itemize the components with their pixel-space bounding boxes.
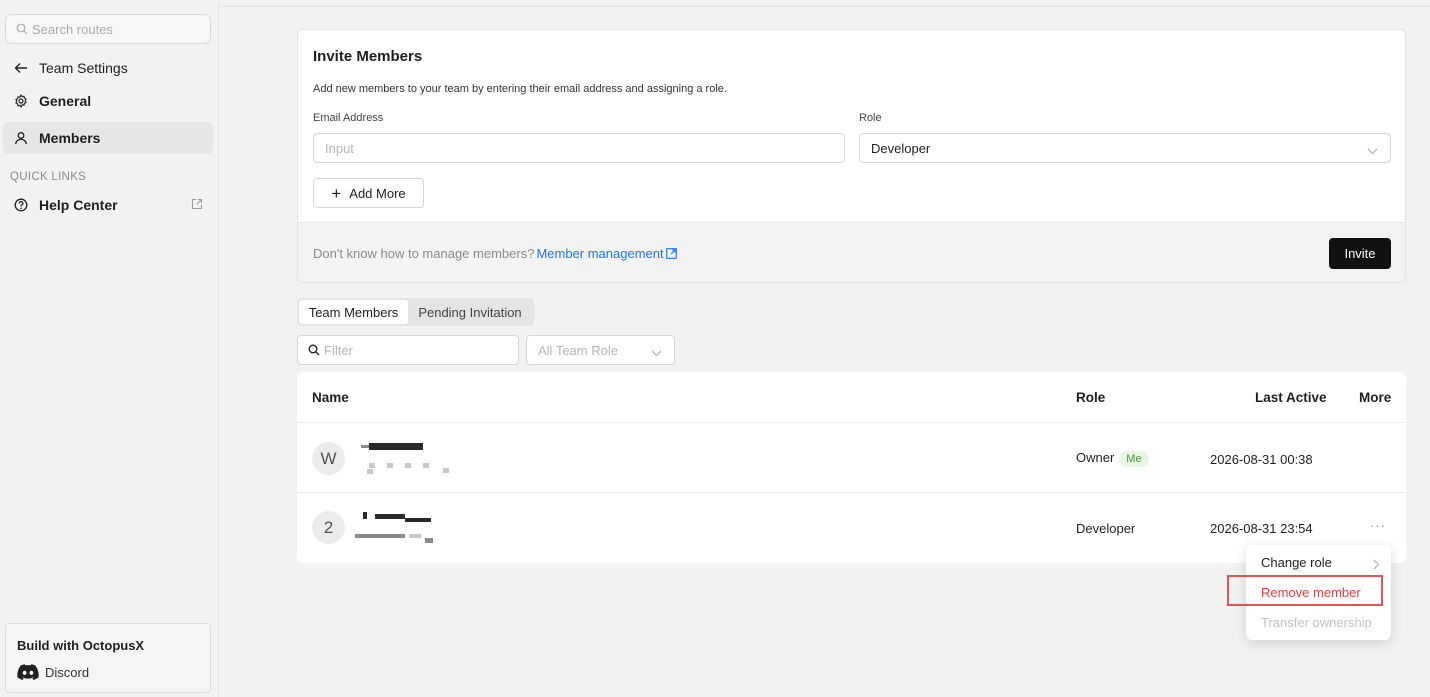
quick-links-heading: QUICK LINKS (10, 171, 87, 183)
sidebar-item-label: Members (39, 130, 101, 146)
search-placeholder: Search routes (32, 21, 113, 37)
search-routes-input[interactable]: Search routes (5, 14, 211, 44)
manage-help-text: Don't know how to manage members? Member … (313, 246, 677, 261)
email-label: Email Address (313, 112, 384, 124)
invite-description: Add new members to your team by entering… (313, 83, 727, 95)
member-tabs: Team Members Pending Invitation (297, 298, 534, 326)
role-label: Role (859, 112, 882, 124)
chevron-right-icon (1373, 558, 1380, 573)
member-role: Owner Me (1076, 450, 1149, 467)
add-more-button[interactable]: + Add More (313, 178, 424, 208)
discord-icon (17, 664, 39, 680)
filter-input[interactable]: Filter (297, 335, 519, 365)
invite-title: Invite Members (313, 48, 423, 65)
menu-item-transfer-ownership[interactable]: Transfer ownership (1261, 615, 1372, 630)
back-to-team-settings[interactable]: Team Settings (3, 52, 213, 84)
back-label: Team Settings (39, 60, 128, 76)
sidebar: Search routes Team Settings General Memb… (0, 0, 219, 697)
column-header-role: Role (1076, 390, 1106, 405)
member-management-label: Member management (536, 246, 664, 261)
avatar: W (312, 442, 345, 475)
sidebar-item-help-center[interactable]: Help Center (3, 189, 213, 221)
chevron-down-icon (1367, 143, 1378, 158)
invite-button[interactable]: Invite (1329, 238, 1391, 269)
discord-label: Discord (45, 664, 90, 680)
tab-pending-invitation[interactable]: Pending Invitation (408, 300, 532, 324)
build-title: Build with OctopusX (17, 638, 145, 653)
tab-team-members[interactable]: Team Members (299, 300, 408, 324)
search-icon (16, 23, 28, 35)
invite-footer: Don't know how to manage members? Member … (298, 222, 1405, 282)
menu-item-change-role[interactable]: Change role (1261, 555, 1332, 570)
column-header-name: Name (312, 390, 349, 405)
avatar: 2 (312, 511, 345, 544)
chevron-down-icon (651, 345, 662, 360)
role-select-value: Developer (871, 140, 931, 156)
add-more-label: Add More (349, 185, 406, 201)
team-role-filter[interactable]: All Team Role (526, 335, 675, 365)
members-table: Name Role Last Active More W Owner Me 202… (297, 372, 1406, 563)
build-with-card: Build with OctopusX Discord (5, 623, 211, 693)
external-link-icon (191, 197, 203, 213)
arrow-left-icon (13, 60, 29, 76)
invite-members-card: Invite Members Add new members to your t… (297, 29, 1406, 283)
role-filter-placeholder: All Team Role (538, 342, 618, 358)
help-question: Don't know how to manage members? (313, 246, 535, 261)
member-role: Developer (1076, 521, 1136, 536)
role-text: Owner (1076, 450, 1115, 465)
sidebar-item-general[interactable]: General (3, 85, 213, 117)
sidebar-item-label: General (39, 93, 92, 109)
external-link-icon (665, 248, 677, 259)
member-management-link[interactable]: Member management (536, 246, 677, 261)
row-divider (297, 422, 1406, 423)
column-header-last-active: Last Active (1255, 390, 1327, 405)
column-header-more: More (1359, 390, 1392, 405)
discord-link[interactable]: Discord (17, 664, 89, 680)
filter-placeholder: Filter (324, 342, 353, 358)
help-center-label: Help Center (39, 197, 118, 213)
top-divider (219, 6, 1430, 7)
email-field[interactable] (313, 133, 845, 163)
user-icon (13, 130, 29, 146)
search-icon (308, 344, 320, 356)
role-select[interactable]: Developer (859, 133, 1391, 163)
sidebar-item-members[interactable]: Members (3, 122, 213, 154)
highlight-box (1227, 575, 1383, 606)
me-badge: Me (1119, 451, 1149, 467)
last-active: 2026-08-31 00:38 (1210, 452, 1313, 467)
plus-icon: + (331, 183, 342, 203)
help-circle-icon (13, 197, 29, 213)
row-divider (297, 492, 1406, 493)
more-actions-button[interactable]: ··· (1370, 518, 1386, 533)
gear-icon (13, 93, 29, 109)
last-active: 2026-08-31 23:54 (1210, 521, 1313, 536)
